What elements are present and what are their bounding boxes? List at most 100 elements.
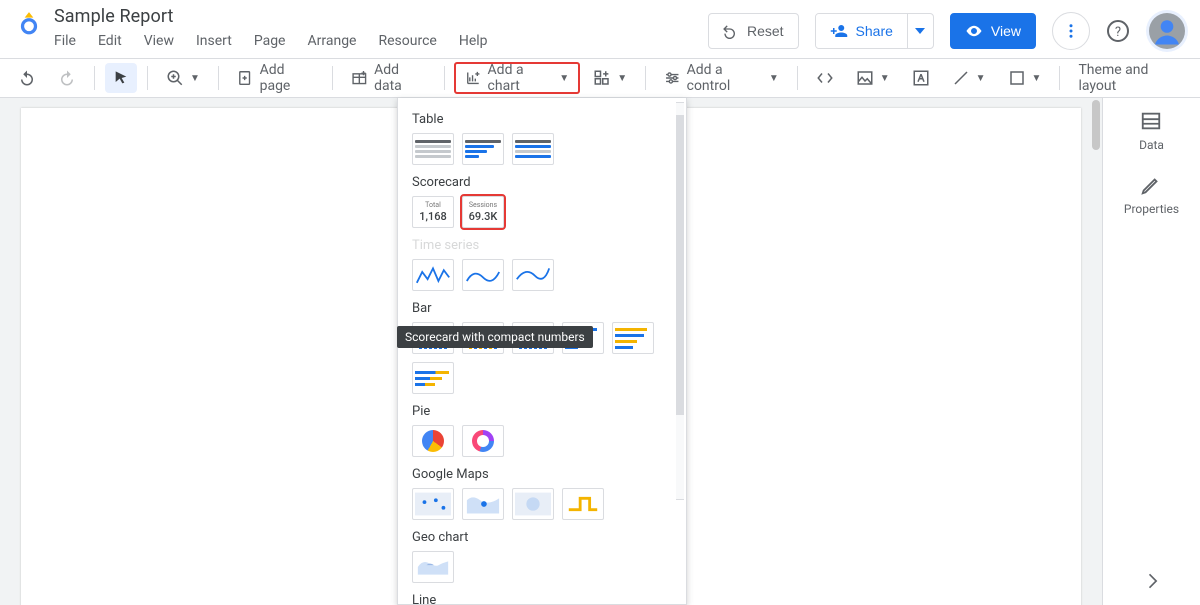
chart-map-3[interactable] xyxy=(512,488,554,520)
chart-scorecard-1[interactable]: Total 1,168 xyxy=(412,196,454,228)
svg-text:?: ? xyxy=(1115,25,1121,40)
menu-bar: File Edit View Insert Page Arrange Resou… xyxy=(54,33,488,49)
scroll-thumb[interactable] xyxy=(1092,100,1100,150)
menu-arrange[interactable]: Arrange xyxy=(308,33,357,49)
account-button[interactable] xyxy=(1146,10,1188,52)
share-button[interactable]: Share xyxy=(816,14,907,48)
chart-geo-1[interactable] xyxy=(412,551,454,583)
theme-button[interactable]: Theme and layout xyxy=(1070,63,1190,93)
side-expand-button[interactable] xyxy=(1103,571,1200,591)
dropdown-scrollbar[interactable] xyxy=(676,102,684,500)
separator xyxy=(332,66,333,90)
caret-down-icon: ▼ xyxy=(617,73,627,84)
add-page-button[interactable]: Add page xyxy=(229,63,323,93)
selection-tool[interactable] xyxy=(105,63,137,93)
menu-insert[interactable]: Insert xyxy=(196,33,232,49)
separator xyxy=(1059,66,1060,90)
add-control-button[interactable]: Add a control ▼ xyxy=(656,63,787,93)
view-button[interactable]: View xyxy=(950,13,1036,49)
chart-time-1[interactable] xyxy=(412,259,454,291)
section-pie: Pie xyxy=(412,404,672,419)
toolbar: ▼ Add page Add data Add a chart ▼ ▼ Add … xyxy=(0,58,1200,98)
side-tab-data[interactable]: Data xyxy=(1139,110,1164,152)
chart-table-2[interactable] xyxy=(462,133,504,165)
chart-plus-icon xyxy=(465,69,481,87)
redo-button[interactable] xyxy=(50,63,84,93)
pencil-icon xyxy=(1140,174,1162,196)
canvas-scrollbar[interactable] xyxy=(1090,98,1102,605)
separator xyxy=(444,66,445,90)
section-bar: Bar xyxy=(412,301,672,316)
page-plus-icon xyxy=(237,69,254,87)
menu-edit[interactable]: Edit xyxy=(98,33,122,49)
chart-map-2[interactable] xyxy=(462,488,504,520)
add-control-label: Add a control xyxy=(687,62,763,94)
chart-bar-6[interactable] xyxy=(412,362,454,394)
chart-table-1[interactable] xyxy=(412,133,454,165)
redo-icon xyxy=(58,69,76,87)
separator xyxy=(94,66,95,90)
data-plus-icon xyxy=(351,69,368,87)
menu-resource[interactable]: Resource xyxy=(378,33,436,49)
caret-down-icon: ▼ xyxy=(880,73,890,84)
community-viz-button[interactable]: ▼ xyxy=(585,63,635,93)
section-table: Table xyxy=(412,112,672,127)
app-logo xyxy=(16,10,42,36)
chart-scorecard-compact[interactable]: Sessions 69.3K xyxy=(462,196,504,228)
chart-time-2[interactable] xyxy=(462,259,504,291)
share-caret[interactable] xyxy=(907,14,933,48)
chart-pie-1[interactable] xyxy=(412,425,454,457)
caret-down-icon: ▼ xyxy=(769,73,779,84)
page-title[interactable]: Sample Report xyxy=(54,6,488,27)
chart-table-3[interactable] xyxy=(512,133,554,165)
view-label: View xyxy=(991,23,1021,39)
help-icon: ? xyxy=(1106,19,1130,43)
text-button[interactable] xyxy=(904,63,938,93)
reset-button[interactable]: Reset xyxy=(708,13,799,49)
side-tab-label: Properties xyxy=(1124,202,1179,216)
side-tab-properties[interactable]: Properties xyxy=(1124,174,1179,216)
add-data-button[interactable]: Add data xyxy=(343,63,434,93)
section-line: Line xyxy=(412,593,672,604)
more-vert-icon xyxy=(1062,22,1080,40)
chart-time-3[interactable] xyxy=(512,259,554,291)
menu-file[interactable]: File xyxy=(54,33,76,49)
person-add-icon xyxy=(830,22,848,40)
data-icon xyxy=(1140,110,1162,132)
url-embed-button[interactable] xyxy=(808,63,842,93)
separator xyxy=(218,66,219,90)
chart-pie-donut[interactable] xyxy=(462,425,504,457)
text-box-icon xyxy=(912,69,930,87)
magnify-plus-icon xyxy=(166,69,184,87)
zoom-button[interactable]: ▼ xyxy=(158,63,208,93)
tooltip: Scorecard with compact numbers xyxy=(397,326,593,348)
image-button[interactable]: ▼ xyxy=(848,63,898,93)
caret-down-icon xyxy=(915,26,925,36)
header-right: Reset Share View ? xyxy=(708,10,1188,52)
score-value: 1,168 xyxy=(419,211,446,222)
separator xyxy=(147,66,148,90)
chart-map-4[interactable] xyxy=(562,488,604,520)
add-chart-button[interactable]: Add a chart ▼ xyxy=(455,63,579,93)
section-scorecard: Scorecard xyxy=(412,175,672,190)
chart-bar-5[interactable] xyxy=(612,322,654,354)
shape-button[interactable]: ▼ xyxy=(1000,63,1050,93)
line-icon xyxy=(952,69,970,87)
menu-page[interactable]: Page xyxy=(254,33,286,49)
undo-button[interactable] xyxy=(10,63,44,93)
cursor-icon xyxy=(113,70,129,86)
add-chart-dropdown: Table Scorecard Total 1,168 xyxy=(397,98,687,605)
help-button[interactable]: ? xyxy=(1106,19,1130,43)
donut-icon xyxy=(472,430,494,452)
undo-arrow-icon xyxy=(723,23,739,39)
line-button[interactable]: ▼ xyxy=(944,63,994,93)
chart-map-1[interactable] xyxy=(412,488,454,520)
scroll-thumb[interactable] xyxy=(676,115,684,415)
caret-down-icon: ▼ xyxy=(559,73,569,84)
more-options-button[interactable] xyxy=(1052,12,1090,50)
menu-view[interactable]: View xyxy=(144,33,174,49)
section-time-series: Time series xyxy=(412,238,672,253)
side-tab-label: Data xyxy=(1139,138,1164,152)
menu-help[interactable]: Help xyxy=(459,33,488,49)
code-icon xyxy=(816,71,834,85)
